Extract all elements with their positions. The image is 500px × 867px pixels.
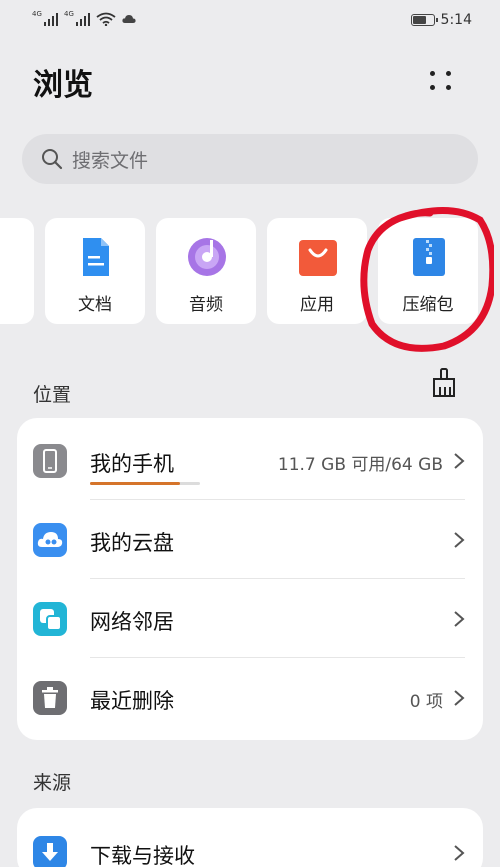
category-label: 文档 bbox=[78, 295, 112, 315]
location-item-my-phone[interactable]: 我的手机 11.7 GB 可用/64 GB bbox=[17, 422, 483, 500]
deleted-count: 0 项 bbox=[409, 692, 443, 712]
signal-icon: 4G bbox=[32, 10, 58, 26]
status-time: 5:14 bbox=[440, 12, 472, 28]
chevron-right-icon bbox=[454, 690, 465, 706]
storage-value: 11.7 GB 可用/64 GB bbox=[277, 455, 443, 475]
location-card: 我的手机 11.7 GB 可用/64 GB 我的云盘 网络邻居 最近删除 0 项 bbox=[17, 418, 483, 740]
category-card-apps[interactable]: 应用 bbox=[267, 218, 367, 324]
search-bar[interactable]: 搜索文件 bbox=[22, 134, 478, 184]
cloud-status-icon bbox=[122, 15, 136, 23]
battery-icon bbox=[410, 14, 438, 26]
wifi-icon bbox=[96, 12, 116, 26]
chevron-right-icon bbox=[454, 453, 465, 469]
trash-icon bbox=[33, 681, 67, 715]
chevron-right-icon bbox=[454, 845, 465, 861]
network-icon bbox=[33, 602, 67, 636]
page-title: 浏览 bbox=[33, 68, 93, 103]
location-item-recently-deleted[interactable]: 最近删除 0 项 bbox=[17, 659, 483, 737]
search-placeholder: 搜索文件 bbox=[72, 149, 149, 172]
audio-icon bbox=[188, 238, 226, 276]
network-type-label: 4G bbox=[64, 10, 74, 18]
section-label-source: 来源 bbox=[33, 772, 72, 794]
signal-icon: 4G bbox=[64, 10, 90, 26]
location-item-network-neighbors[interactable]: 网络邻居 bbox=[17, 580, 483, 658]
location-item-my-cloud[interactable]: 我的云盘 bbox=[17, 501, 483, 579]
source-card: 下载与接收 bbox=[17, 808, 483, 867]
item-label: 我的云盘 bbox=[90, 531, 174, 555]
item-label: 最近删除 bbox=[90, 689, 174, 713]
app-bag-icon bbox=[299, 240, 337, 276]
status-bar: 4G 4G 5:14 bbox=[0, 0, 500, 40]
broom-icon[interactable] bbox=[430, 368, 458, 398]
cloud-icon bbox=[33, 523, 67, 557]
category-card-partial[interactable] bbox=[0, 218, 34, 324]
category-label: 音频 bbox=[189, 295, 223, 315]
item-label: 我的手机 bbox=[90, 452, 174, 476]
status-left: 4G 4G bbox=[32, 10, 136, 26]
section-label-location: 位置 bbox=[33, 384, 72, 406]
category-card-audio[interactable]: 音频 bbox=[156, 218, 256, 324]
document-icon bbox=[83, 238, 109, 276]
status-right: 5:14 bbox=[410, 12, 472, 28]
item-label: 下载与接收 bbox=[90, 844, 195, 867]
category-card-archives[interactable]: 压缩包 bbox=[378, 218, 478, 324]
more-options-button[interactable] bbox=[426, 66, 458, 98]
search-icon bbox=[42, 149, 63, 170]
item-label: 网络邻居 bbox=[90, 610, 174, 634]
chevron-right-icon bbox=[454, 532, 465, 548]
zip-icon bbox=[413, 238, 445, 276]
category-label: 压缩包 bbox=[402, 295, 454, 315]
category-row: 文档 音频 应用 压缩包 bbox=[0, 218, 500, 326]
category-label: 应用 bbox=[300, 295, 334, 315]
chevron-right-icon bbox=[454, 611, 465, 627]
phone-icon bbox=[33, 444, 67, 478]
network-type-label: 4G bbox=[32, 10, 42, 18]
source-item-downloads[interactable]: 下载与接收 bbox=[17, 814, 483, 867]
download-icon bbox=[33, 836, 67, 867]
storage-usage-bar bbox=[90, 482, 200, 485]
category-card-documents[interactable]: 文档 bbox=[45, 218, 145, 324]
